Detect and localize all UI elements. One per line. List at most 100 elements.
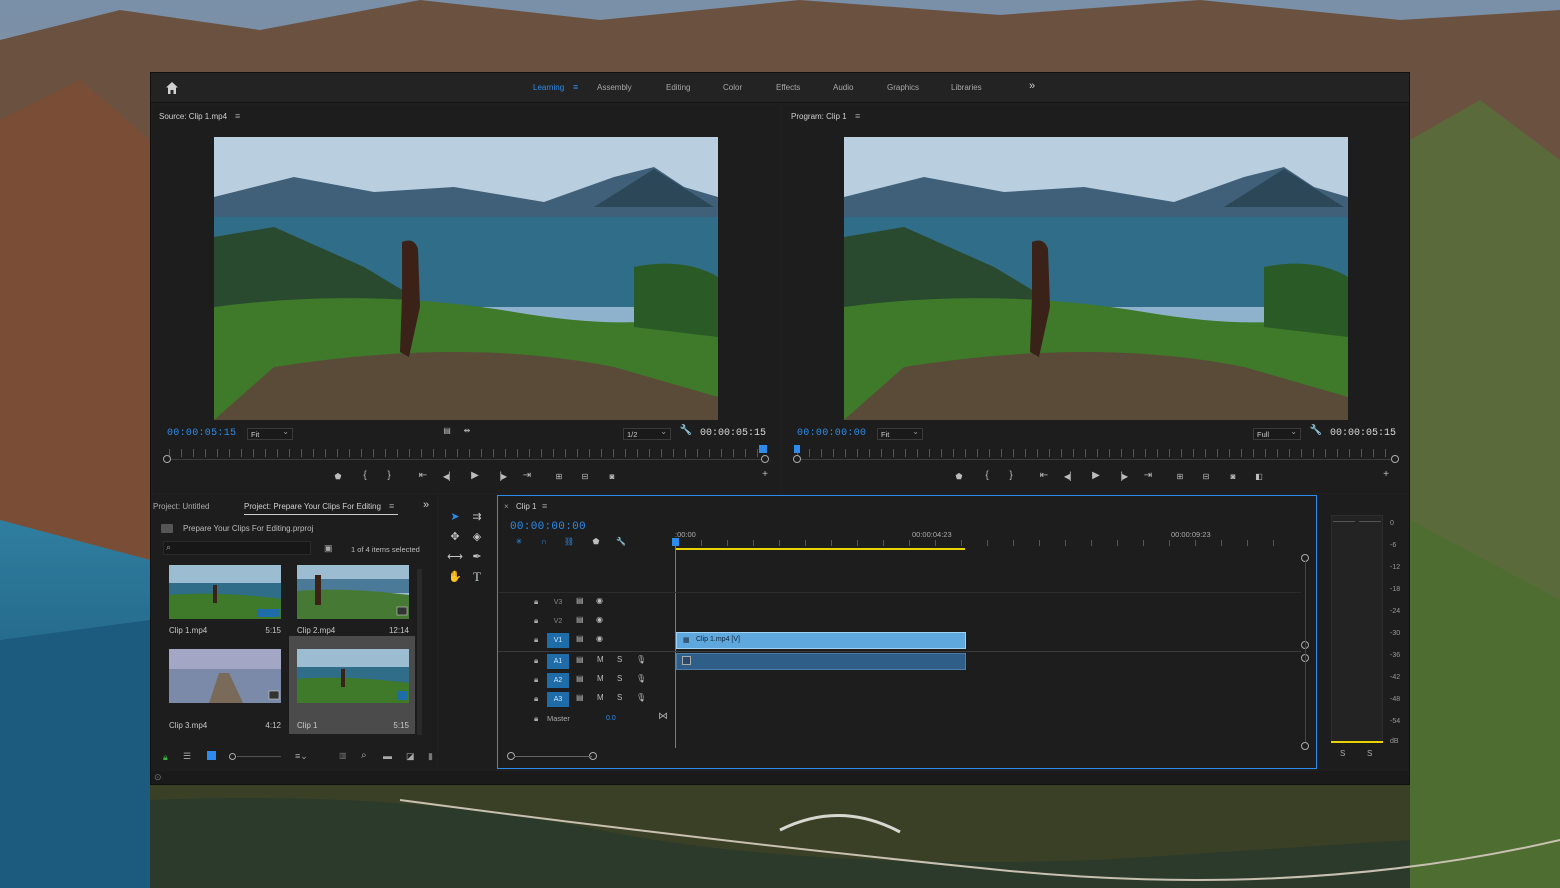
clear-icon[interactable]: ▮: [428, 751, 433, 762]
sequence-clip1-name[interactable]: Clip 1: [297, 721, 317, 730]
track-scrollbar[interactable]: [1305, 560, 1306, 742]
source-playhead[interactable]: [759, 445, 767, 453]
close-sequence-icon[interactable]: ×: [504, 502, 509, 511]
mute-button[interactable]: M: [597, 674, 604, 683]
track-target-a1[interactable]: A1: [547, 654, 569, 669]
source-title[interactable]: Source: Clip 1.mp4: [159, 112, 227, 121]
eye-icon[interactable]: ◉: [596, 596, 603, 605]
program-zoom-end-handle[interactable]: [1391, 455, 1399, 463]
source-playhead-timecode[interactable]: 00:00:05:15: [167, 428, 236, 439]
workspace-tab-effects[interactable]: Effects: [776, 83, 800, 92]
home-icon[interactable]: [165, 81, 179, 95]
play-icon[interactable]: ▶: [468, 470, 482, 481]
new-bin-from-search-icon[interactable]: ▣: [324, 543, 333, 554]
sync-lock-icon[interactable]: ▤: [576, 615, 584, 624]
lock-icon[interactable]: 🔒︎: [163, 752, 168, 763]
panel-more-icon[interactable]: »: [423, 499, 429, 511]
eye-icon[interactable]: ◉: [596, 634, 603, 643]
workspace-tab-graphics[interactable]: Graphics: [887, 83, 919, 92]
pen-tool-icon[interactable]: ✒: [469, 549, 485, 565]
razor-tool-icon[interactable]: ◈: [469, 529, 485, 545]
go-to-out-icon[interactable]: ⇥: [520, 470, 534, 481]
program-button-editor-plus-icon[interactable]: +: [1379, 469, 1393, 480]
workspace-tab-audio[interactable]: Audio: [833, 83, 853, 92]
program-add-marker-icon[interactable]: ⬟: [952, 472, 966, 481]
comparison-view-icon[interactable]: ◧: [1252, 472, 1266, 481]
program-title[interactable]: Program: Clip 1: [791, 112, 847, 121]
settings-wrench-icon[interactable]: 🔧: [679, 425, 693, 436]
sync-lock-icon[interactable]: ▤: [576, 596, 584, 605]
hand-tool-icon[interactable]: ✋: [447, 569, 463, 585]
add-marker-icon[interactable]: ⬟: [331, 472, 345, 481]
timeline-playhead-handle[interactable]: [672, 538, 679, 546]
track-target-a2[interactable]: A2: [547, 673, 569, 688]
button-editor-plus-icon[interactable]: +: [758, 469, 772, 480]
source-zoom-select[interactable]: Fit: [247, 427, 293, 440]
track-lock-icon[interactable]: 🔒︎: [534, 714, 538, 724]
clip2-thumbnail[interactable]: [297, 565, 409, 619]
go-to-in-icon[interactable]: ⇤: [416, 470, 430, 481]
solo-left-button[interactable]: S: [1340, 749, 1345, 758]
audio-track-scroll-bottom[interactable]: [1301, 742, 1309, 750]
sync-lock-icon[interactable]: ▤: [576, 693, 584, 702]
drag-video-icon[interactable]: ⇹: [460, 426, 474, 435]
lift-icon[interactable]: ⊞: [1173, 472, 1187, 481]
list-view-icon[interactable]: ☰: [183, 751, 191, 762]
track-lock-icon[interactable]: 🔒︎: [534, 656, 538, 666]
timeline-settings-icon[interactable]: 🔧: [614, 537, 628, 546]
find-icon[interactable]: ⌕: [361, 750, 367, 761]
program-step-forward-icon[interactable]: ▕▶: [1115, 472, 1129, 481]
insert-overlay-icon[interactable]: ▤: [440, 426, 454, 435]
project-scrollbar[interactable]: [417, 569, 422, 735]
project-tab-untitled[interactable]: Project: Untitled: [153, 502, 209, 511]
icon-view-icon[interactable]: [207, 751, 216, 760]
step-back-icon[interactable]: ◀▏: [442, 472, 456, 481]
voiceover-mic-icon[interactable]: 🎙︎: [636, 674, 646, 683]
go-to-end-icon[interactable]: ⋈: [658, 711, 668, 722]
program-time-ruler[interactable]: [797, 449, 1393, 457]
program-mark-out-icon[interactable]: }: [1004, 470, 1018, 481]
work-area-bar[interactable]: [675, 548, 965, 550]
sync-lock-icon[interactable]: ▤: [576, 634, 584, 643]
source-zoom-end-handle[interactable]: [761, 455, 769, 463]
project-search-input[interactable]: [163, 541, 311, 555]
solo-button[interactable]: S: [617, 655, 622, 664]
track-target-v2[interactable]: V2: [547, 614, 569, 629]
new-item-icon[interactable]: ◪: [406, 751, 415, 762]
sync-lock-icon[interactable]: ▤: [576, 655, 584, 664]
nest-toggle-icon[interactable]: ✳: [512, 537, 526, 546]
zoom-slider-track[interactable]: [237, 756, 281, 757]
audio-clip[interactable]: [676, 653, 966, 670]
source-menu-icon[interactable]: ≡: [235, 111, 240, 121]
program-zoom-start-handle[interactable]: [793, 455, 801, 463]
type-tool-icon[interactable]: T: [469, 569, 485, 585]
clip3-name[interactable]: Clip 3.mp4: [169, 721, 207, 730]
video-clip[interactable]: ▦ Clip 1.mp4 [V]: [676, 632, 966, 649]
workspace-tab-libraries[interactable]: Libraries: [951, 83, 982, 92]
more-workspaces-icon[interactable]: »: [1029, 80, 1035, 92]
program-play-icon[interactable]: ▶: [1089, 470, 1103, 481]
program-playhead-timecode[interactable]: 00:00:00:00: [797, 428, 866, 439]
program-zoom-select[interactable]: Fit: [877, 427, 923, 440]
workspace-menu-icon[interactable]: ≡: [573, 82, 578, 92]
ripple-edit-tool-icon[interactable]: ✥: [447, 529, 463, 545]
program-go-to-out-icon[interactable]: ⇥: [1141, 470, 1155, 481]
mark-out-icon[interactable]: }: [382, 470, 396, 481]
project-menu-icon[interactable]: ≡: [389, 501, 394, 511]
eye-icon[interactable]: ◉: [596, 615, 603, 624]
source-zoom-start-handle[interactable]: [163, 455, 171, 463]
overwrite-icon[interactable]: ⊟: [578, 472, 592, 481]
workspace-tab-color[interactable]: Color: [723, 83, 742, 92]
program-settings-wrench-icon[interactable]: 🔧: [1309, 425, 1323, 436]
clip1-name[interactable]: Clip 1.mp4: [169, 626, 207, 635]
track-target-v3[interactable]: V3: [547, 595, 569, 610]
clip1-thumbnail[interactable]: [169, 565, 281, 619]
workspace-tab-editing[interactable]: Editing: [666, 83, 690, 92]
voiceover-mic-icon[interactable]: 🎙︎: [636, 655, 646, 664]
solo-right-button[interactable]: S: [1367, 749, 1372, 758]
program-go-to-in-icon[interactable]: ⇤: [1037, 470, 1051, 481]
zoom-slider-handle[interactable]: [229, 753, 236, 760]
snap-icon[interactable]: ∩: [537, 537, 551, 546]
step-forward-icon[interactable]: ▕▶: [494, 472, 508, 481]
source-time-ruler[interactable]: [169, 449, 763, 457]
